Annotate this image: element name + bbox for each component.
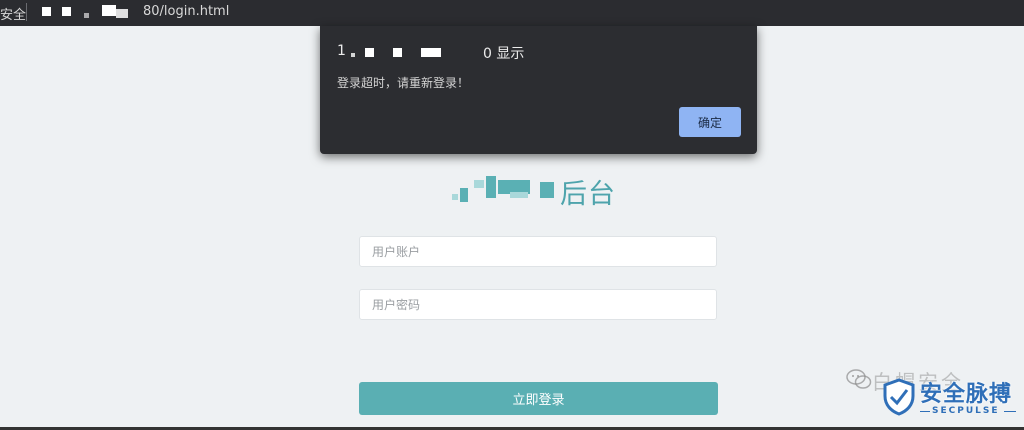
password-input[interactable] — [359, 289, 717, 320]
url-text[interactable]: 80/login.html — [143, 4, 229, 19]
dialog-header-start: 1 — [337, 43, 346, 59]
dialog-header: 1 0 显示 — [337, 43, 637, 63]
redacted-logo-block — [486, 176, 496, 198]
dialog-ok-button[interactable]: 确定 — [679, 107, 741, 137]
redacted-logo-block — [474, 180, 484, 188]
redacted-url-block — [84, 13, 89, 18]
redacted-logo-block — [460, 188, 468, 202]
browser-window: 安全 80/login.html 后台 立即登录 1 — [0, 0, 1024, 430]
redacted-logo-block — [452, 194, 458, 200]
login-button[interactable]: 立即登录 — [359, 382, 718, 415]
redacted-host-block — [393, 48, 402, 57]
redacted-logo-block — [540, 182, 554, 198]
redacted-url-block — [42, 7, 51, 16]
site-brand: 后台 — [452, 172, 652, 210]
dialog-message: 登录超时，请重新登录！ — [337, 76, 470, 90]
watermark-rule-left — [920, 411, 930, 412]
dialog-header-end: 0 显示 — [483, 46, 525, 62]
login-title: 后台 — [560, 179, 616, 210]
watermark: 白帽安全 安全脉搏 SECPULSE — [842, 360, 1024, 426]
redacted-host-block — [421, 48, 441, 57]
redacted-url-block — [62, 7, 71, 16]
address-bar[interactable]: 安全 80/login.html — [0, 0, 1024, 26]
shield-icon — [883, 378, 915, 416]
redacted-logo-block — [510, 192, 528, 198]
alert-dialog: 1 0 显示 登录超时，请重新登录！ 确定 — [320, 26, 757, 154]
watermark-rule-right — [1004, 411, 1016, 412]
security-label: 安全 — [0, 8, 27, 23]
redacted-host-block — [351, 53, 355, 57]
redacted-url-block — [116, 9, 128, 18]
address-separator — [26, 3, 27, 21]
watermark-brand-en: SECPULSE — [932, 406, 1000, 416]
redacted-url-block — [102, 5, 116, 16]
redacted-host-block — [365, 48, 374, 57]
username-input[interactable] — [359, 236, 717, 267]
watermark-brand: 安全脉搏 — [920, 382, 1013, 407]
